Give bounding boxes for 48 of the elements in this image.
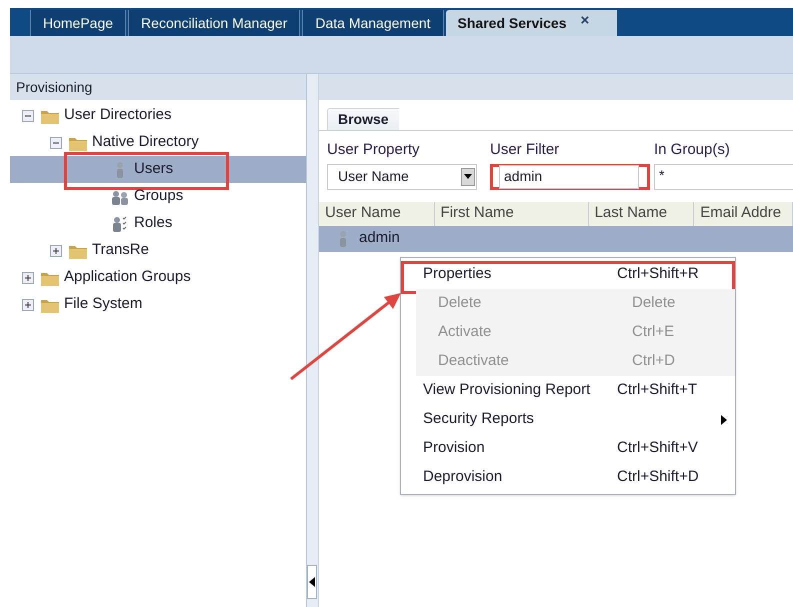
tree-item[interactable]: TransRe bbox=[10, 237, 306, 264]
collapse-toggle[interactable] bbox=[50, 136, 62, 148]
tree-item[interactable]: Groups bbox=[10, 183, 306, 210]
table-row[interactable]: admin bbox=[319, 226, 793, 252]
menu-item[interactable]: View Provisioning Report Ctrl+Shift+T bbox=[401, 376, 735, 405]
menu-item[interactable]: Provision Ctrl+Shift+V bbox=[401, 434, 735, 463]
tab[interactable]: HomePage bbox=[30, 10, 126, 36]
expand-toggle[interactable] bbox=[50, 244, 62, 256]
tree-item[interactable]: Roles bbox=[10, 210, 306, 237]
shortcut-text: Ctrl+E bbox=[632, 322, 674, 342]
field-label: In Group(s) bbox=[654, 140, 731, 160]
shortcut-text: Ctrl+D bbox=[632, 351, 675, 372]
field-label: User Property bbox=[327, 140, 421, 160]
collapse-toggle[interactable] bbox=[22, 110, 34, 122]
expand-toggle[interactable] bbox=[22, 298, 34, 310]
table-cell-text: admin bbox=[359, 228, 400, 248]
menu-item[interactable]: Security Reports bbox=[401, 405, 735, 434]
tab[interactable]: Shared Services × bbox=[446, 10, 618, 36]
shortcut-text: Delete bbox=[632, 293, 676, 314]
browse-tab[interactable]: Browse bbox=[327, 108, 399, 130]
plus-icon bbox=[52, 246, 60, 254]
menu-item[interactable]: Properties Ctrl+Shift+R bbox=[401, 260, 735, 289]
plus-icon bbox=[24, 274, 32, 282]
plus-icon bbox=[24, 300, 32, 308]
shortcut-text: Ctrl+Shift+V bbox=[617, 438, 698, 458]
tree-item[interactable]: Users bbox=[10, 156, 306, 183]
in-groups-field[interactable]: * bbox=[654, 164, 793, 190]
dropdown-button[interactable] bbox=[461, 168, 475, 186]
user-property-dropdown[interactable]: User Name bbox=[327, 164, 477, 190]
tree-item[interactable]: User Directories bbox=[10, 102, 306, 129]
caret-down-icon bbox=[464, 174, 472, 179]
tab[interactable]: Reconciliation Manager bbox=[128, 10, 300, 36]
shortcut-text: Ctrl+Shift+T bbox=[617, 380, 698, 400]
shortcut-text: Ctrl+Shift+D bbox=[617, 467, 699, 488]
shortcut-text: Ctrl+Shift+R bbox=[617, 264, 699, 284]
field-label: User Filter bbox=[490, 140, 560, 160]
tree-item[interactable]: Native Directory bbox=[10, 129, 306, 156]
tab[interactable]: Data Management bbox=[302, 10, 444, 36]
close-button[interactable]: × bbox=[580, 12, 590, 28]
panel-title: Provisioning bbox=[10, 74, 306, 100]
collapse-handle[interactable] bbox=[307, 565, 317, 599]
left-arrow-icon bbox=[309, 577, 315, 587]
menu-item[interactable]: Deprovision Ctrl+Shift+D bbox=[401, 463, 735, 492]
tree-item[interactable]: Application Groups bbox=[10, 264, 306, 291]
user-filter-field[interactable]: admin bbox=[499, 164, 639, 188]
tree-item[interactable]: File System bbox=[10, 291, 306, 318]
expand-toggle[interactable] bbox=[22, 272, 34, 284]
submenu-arrow-icon bbox=[721, 414, 727, 424]
